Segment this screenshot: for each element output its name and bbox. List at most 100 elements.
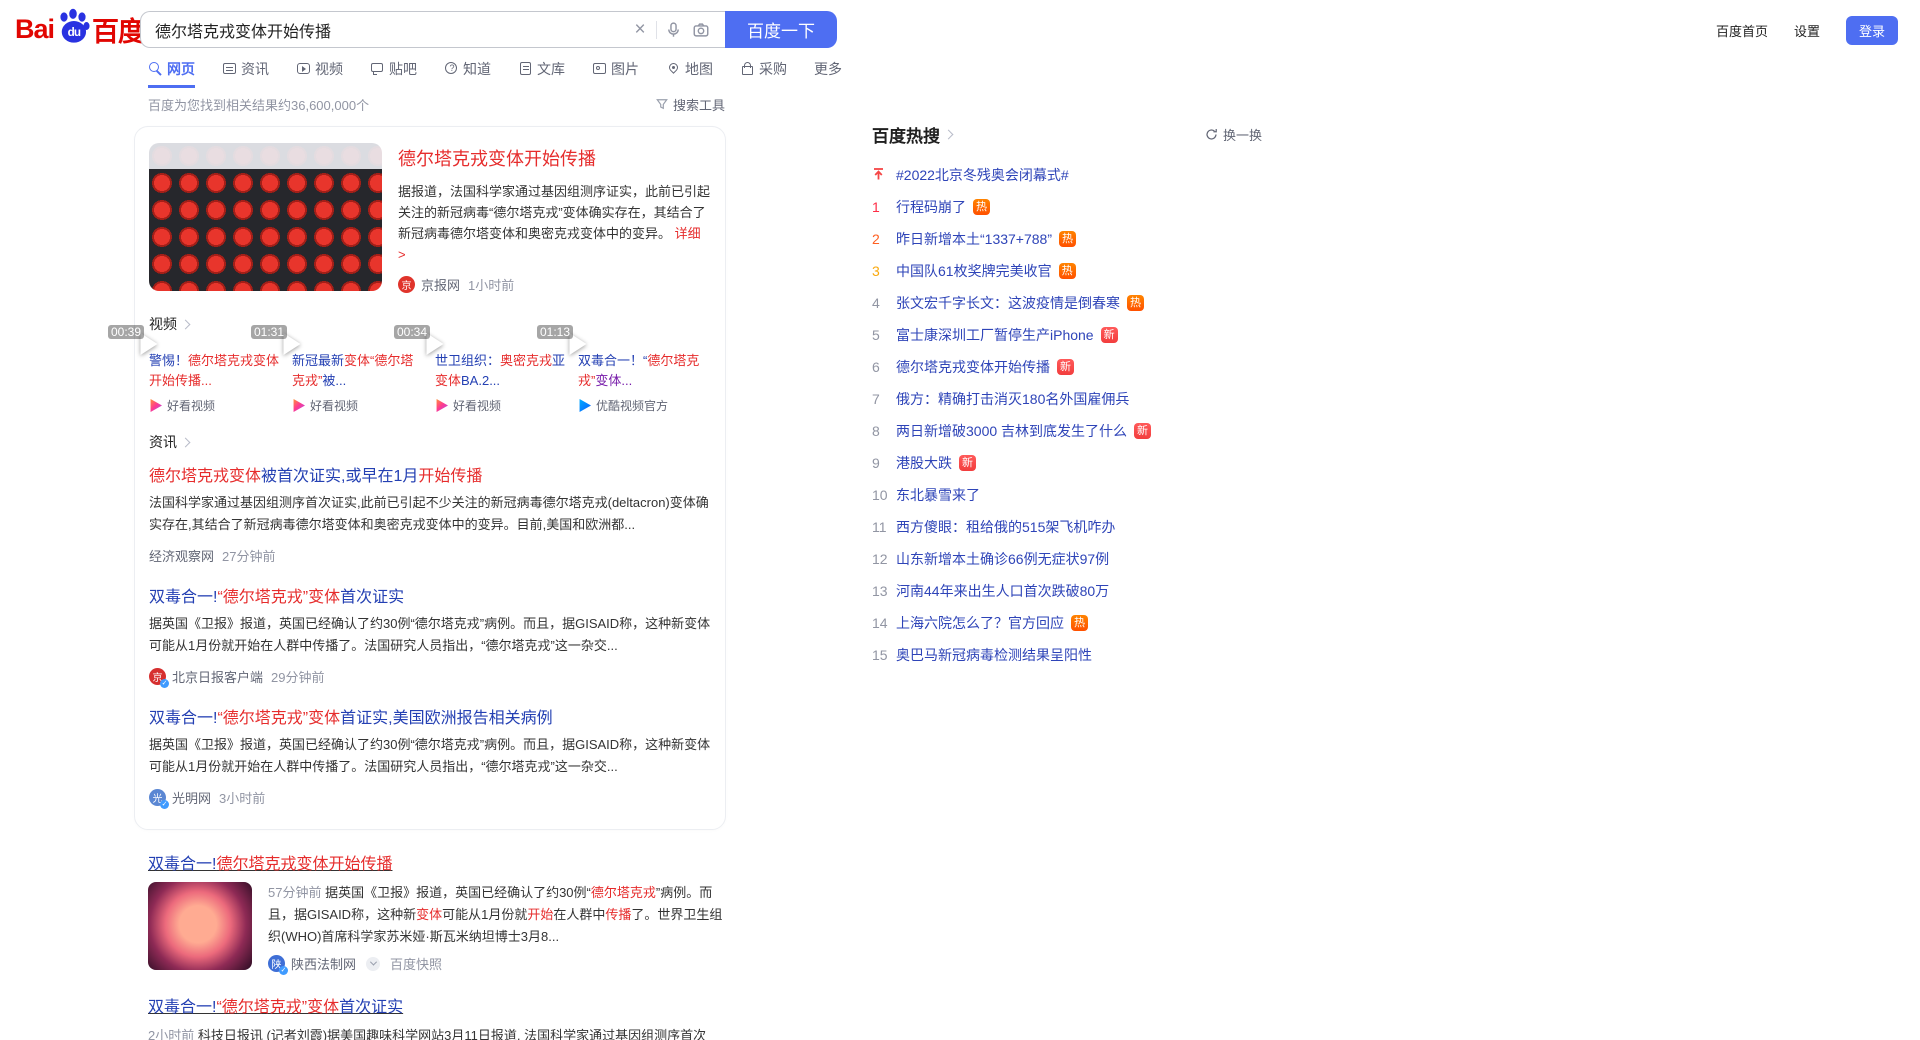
content: 德尔塔克戎变体开始传播 据报道，法国科学家通过基因组测序证实，此前已引起关注的新… <box>0 118 1920 1040</box>
chevron-down-icon[interactable] <box>366 957 380 971</box>
hot-item-link[interactable]: 两日新增破3000 吉林到底发生了什么 <box>896 421 1127 441</box>
source-time: 3小时前 <box>219 788 265 807</box>
video-source: 好看视频 <box>435 397 566 414</box>
hot-badge: 新 <box>1134 423 1151 439</box>
funnel-icon <box>656 98 668 110</box>
source-time: 27分钟前 <box>222 546 275 565</box>
news-body: 据英国《卫报》报道，英国已经确认了约30例“德尔塔克戎”病例。而且，据GISAI… <box>149 734 711 778</box>
header: Baidu百度 × 百度一下 百度首页 设置 登录 <box>0 0 1920 56</box>
search-tab[interactable]: 文库 <box>518 59 565 88</box>
search-input[interactable] <box>155 21 626 39</box>
hot-item: 1 行程码崩了 热 <box>872 191 1262 223</box>
search-bar: × 百度一下 <box>140 11 837 48</box>
hot-item-link[interactable]: 河南44年来出生人口首次跌破80万 <box>896 581 1109 601</box>
news-title-link[interactable]: 双毒合一!“德尔塔克戎”变体首证实,美国欧洲报告相关病例 <box>149 704 711 728</box>
news-title-link[interactable]: 双毒合一!“德尔塔克戎”变体首次证实 <box>149 583 711 607</box>
video-card: 00:39 警惕！德尔塔克戎变体开始传播... 好看视频 <box>149 344 280 414</box>
baidu-home-link[interactable]: 百度首页 <box>1716 21 1768 40</box>
search-tab[interactable]: 视频 <box>296 59 343 88</box>
news-title-link[interactable]: 德尔塔克戎变体被首次证实,或早在1月开始传播 <box>149 462 711 486</box>
result-body-row: 57分钟前 据英国《卫报》报道，英国已经确认了约30例“德尔塔克戎”病例。而且，… <box>148 882 726 973</box>
video-title-link[interactable]: 双毒合一！“德尔塔克戎”变体... <box>578 351 709 391</box>
video-title-link[interactable]: 世卫组织：奥密克戎亚变体BA.2... <box>435 351 566 391</box>
search-tab[interactable]: 知道 <box>444 59 491 88</box>
news-source-row: 经济观察网 27分钟前 <box>149 546 711 565</box>
hot-rank: 6 <box>872 359 896 375</box>
hot-item: 7 俄方：精确打击消灭180名外国雇佣兵 <box>872 383 1262 415</box>
hot-item-link[interactable]: 西方傻眼：租给俄的515架飞机咋办 <box>896 517 1115 537</box>
hot-item-link[interactable]: 富士康深圳工厂暂停生产iPhone <box>896 325 1094 345</box>
result-source-row: 陕 陕西法制网 百度快照 <box>268 954 726 973</box>
video-source-name: 优酷视频官方 <box>596 397 668 414</box>
hot-rank: 9 <box>872 455 896 471</box>
hot-rank: 3 <box>872 263 896 279</box>
hot-item-link[interactable]: 山东新增本土确诊66例无症状97例 <box>896 549 1109 569</box>
hot-item-link[interactable]: 上海六院怎么了？官方回应 <box>896 613 1064 633</box>
search-tab[interactable]: 更多 <box>814 59 842 88</box>
hot-item: 9 港股大跌 新 <box>872 447 1262 479</box>
search-tabs: 网页 资讯 视频 贴吧 知道 文库 图片 地图 采购 更多 <box>148 56 1920 90</box>
hot-item-link[interactable]: #2022北京冬残奥会闭幕式# <box>896 165 1069 185</box>
hot-item: 15 奥巴马新冠病毒检测结果呈阳性 <box>872 639 1262 671</box>
search-submit-button[interactable]: 百度一下 <box>725 11 837 48</box>
result-title-link[interactable]: 双毒合一!“德尔塔克戎”变体首次证实 <box>148 993 726 1017</box>
tab-label: 知道 <box>463 59 491 79</box>
hot-item-link[interactable]: 中国队61枚奖牌完美收官 <box>896 261 1052 281</box>
results-column: 德尔塔克戎变体开始传播 据报道，法国科学家通过基因组测序证实，此前已引起关注的新… <box>148 118 726 1040</box>
result-thumbnail[interactable] <box>148 882 252 970</box>
result-snippet: 57分钟前 据英国《卫报》报道，英国已经确认了约30例“德尔塔克戎”病例。而且，… <box>268 882 726 948</box>
settings-link[interactable]: 设置 <box>1794 21 1820 40</box>
results-count: 百度为您找到相关结果约36,600,000个 <box>148 95 369 114</box>
hot-item-link[interactable]: 行程码崩了 <box>896 197 966 217</box>
search-tab[interactable]: 采购 <box>740 59 787 88</box>
featured-image[interactable] <box>149 143 382 291</box>
news-section-header[interactable]: 资讯 <box>149 432 711 452</box>
featured-title-link[interactable]: 德尔塔克戎变体开始传播 <box>398 145 711 171</box>
search-tools-button[interactable]: 搜索工具 <box>656 95 725 114</box>
video-source: 优酷视频官方 <box>578 397 709 414</box>
hot-item-link[interactable]: 港股大跌 <box>896 453 952 473</box>
login-button[interactable]: 登录 <box>1846 16 1898 45</box>
hot-item-link[interactable]: 奥巴马新冠病毒检测结果呈阳性 <box>896 645 1092 665</box>
featured-desc-text: 据报道，法国科学家通过基因组测序证实，此前已引起关注的新冠病毒“德尔塔克戎”变体… <box>398 184 710 241</box>
hot-rank: 11 <box>872 519 896 535</box>
top-right-nav: 百度首页 设置 登录 <box>1716 16 1898 45</box>
pinned-arrow-icon <box>872 167 896 184</box>
search-tab[interactable]: 网页 <box>148 59 195 88</box>
snapshot-link[interactable]: 百度快照 <box>390 954 442 973</box>
videos-section-header[interactable]: 视频 <box>149 314 711 334</box>
hot-item-link[interactable]: 张文宏千字长文：这波疫情是倒春寒 <box>896 293 1120 313</box>
clear-icon[interactable]: × <box>626 18 654 42</box>
hot-item-link[interactable]: 俄方：精确打击消灭180名外国雇佣兵 <box>896 389 1129 409</box>
chevron-right-icon <box>181 437 191 447</box>
video-card: 01:31 新冠最新变体“德尔塔克戎”被... 好看视频 <box>292 344 423 414</box>
video-title-link[interactable]: 警惕！德尔塔克戎变体开始传播... <box>149 351 280 391</box>
hot-item: 10 东北暴雪来了 <box>872 479 1262 511</box>
logo-text-bai: Bai <box>15 14 54 45</box>
hot-badge: 热 <box>1059 231 1076 247</box>
result-title-link[interactable]: 双毒合一!德尔塔克戎变体开始传播 <box>148 850 726 874</box>
hot-item-link[interactable]: 昨日新增本土“1337+788” <box>896 229 1052 249</box>
search-tab[interactable]: 资讯 <box>222 59 269 88</box>
hot-search-title-link[interactable]: 百度热搜 <box>872 122 952 147</box>
featured-result: 德尔塔克戎变体开始传播 据报道，法国科学家通过基因组测序证实，此前已引起关注的新… <box>149 143 711 294</box>
search-tab[interactable]: 地图 <box>666 59 713 88</box>
camera-icon[interactable] <box>687 18 715 42</box>
hot-item-link[interactable]: 德尔塔克戎变体开始传播 <box>896 357 1050 377</box>
hot-item: 3 中国队61枚奖牌完美收官 热 <box>872 255 1262 287</box>
search-tools-label: 搜索工具 <box>673 95 725 114</box>
search-tab[interactable]: 贴吧 <box>370 59 417 88</box>
video-source-name: 好看视频 <box>453 397 501 414</box>
hot-item-link[interactable]: 东北暴雪来了 <box>896 485 980 505</box>
video-title-link[interactable]: 新冠最新变体“德尔塔克戎”被... <box>292 351 423 391</box>
chevron-right-icon <box>181 319 191 329</box>
refresh-button[interactable]: 换一换 <box>1205 125 1262 144</box>
baidu-logo[interactable]: Baidu百度 <box>15 8 144 51</box>
featured-source-row: 京 京报网 1小时前 <box>398 275 711 294</box>
video-source-name: 好看视频 <box>167 397 215 414</box>
hot-search-header: 百度热搜 换一换 <box>872 122 1262 147</box>
source-time: 29分钟前 <box>271 667 324 686</box>
tab-label: 采购 <box>759 59 787 79</box>
microphone-icon[interactable] <box>659 18 687 42</box>
search-tab[interactable]: 图片 <box>592 59 639 88</box>
